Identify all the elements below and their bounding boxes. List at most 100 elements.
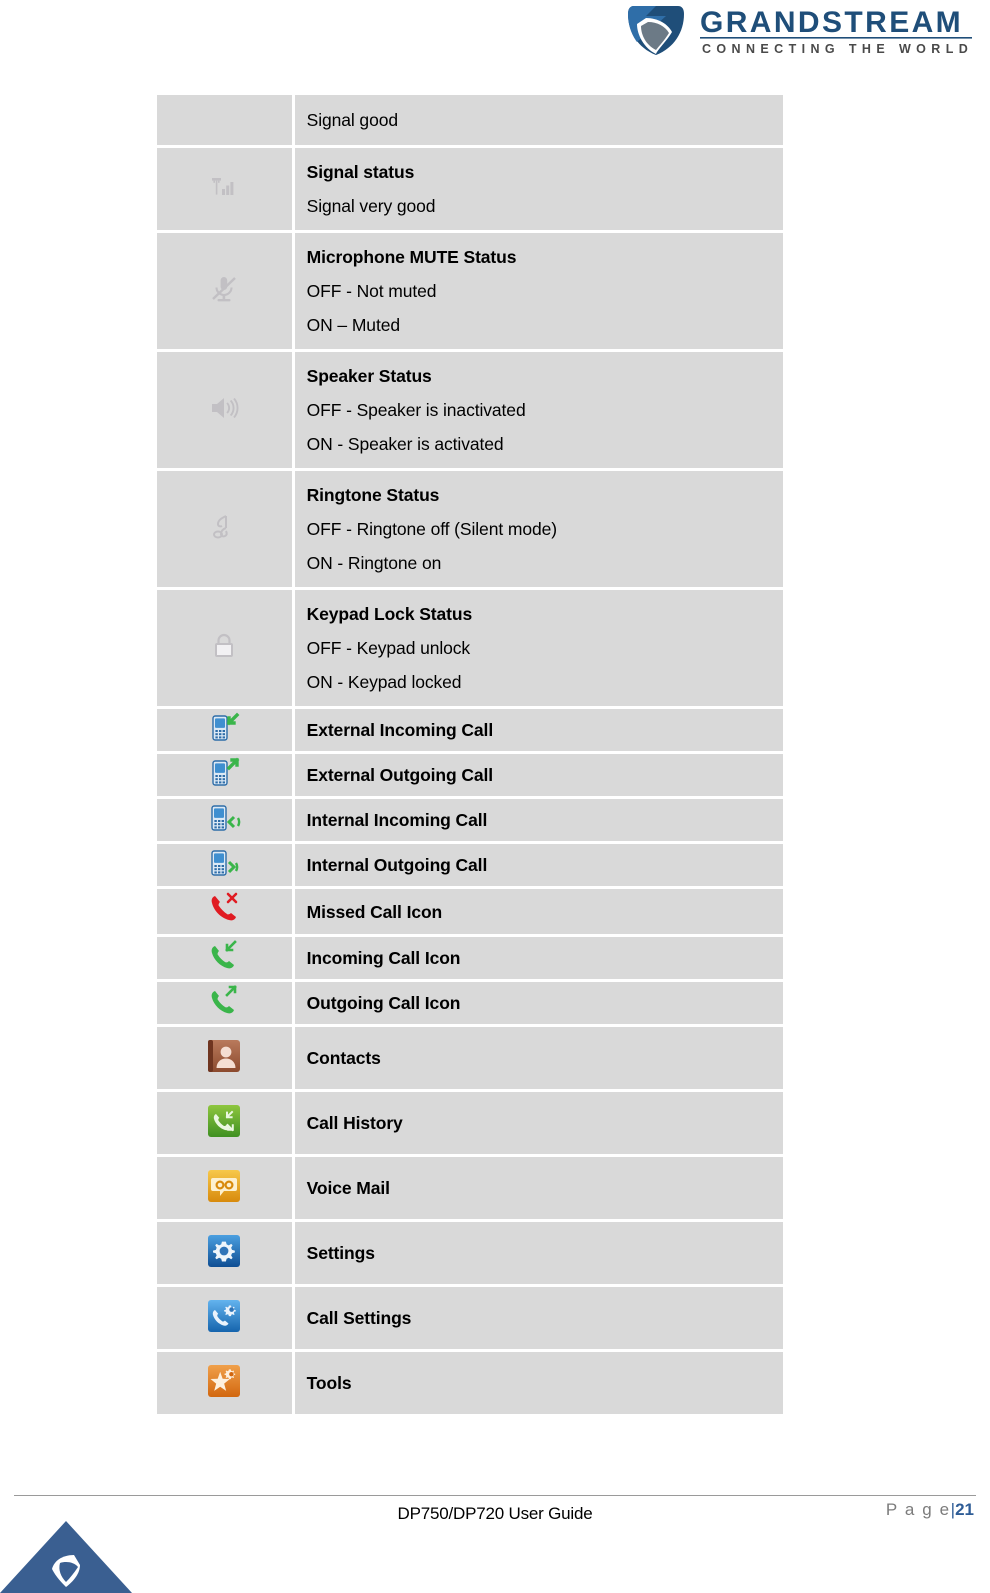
row-title: Missed Call Icon (306, 901, 443, 922)
row-title: Speaker Status (306, 366, 432, 386)
speaker-icon (208, 392, 240, 424)
icon-cell (157, 148, 295, 233)
contacts-app-icon (203, 1035, 245, 1077)
handset-internal-outgoing-icon (207, 846, 241, 880)
description-cell: Internal Outgoing Call (294, 844, 783, 889)
missed-call-icon (204, 889, 244, 929)
signal-bars-icon (209, 172, 239, 202)
row-title: Keypad Lock Status (306, 604, 473, 624)
icon-cell (157, 1287, 295, 1352)
description-cell: Call History (294, 1092, 783, 1157)
table-row: Missed Call Icon (157, 889, 783, 937)
icon-cell (157, 1222, 295, 1287)
row-text: OFF - Speaker is inactivated (306, 400, 526, 420)
icon-cell (157, 471, 295, 590)
row-text: ON – Muted (306, 315, 400, 335)
description-cell: Tools (294, 1352, 783, 1414)
brand-tagline-text: CONNECTING THE WORLD (702, 42, 973, 56)
row-title: Call Settings (306, 1308, 412, 1328)
handset-internal-incoming-icon (207, 801, 241, 835)
table-row: Incoming Call Icon (157, 937, 783, 982)
description-cell: External Incoming Call (294, 709, 783, 754)
table-row: External Outgoing Call (157, 754, 783, 799)
table-row: Ringtone Status OFF - Ringtone off (Sile… (157, 471, 783, 590)
row-text: ON - Keypad locked (306, 672, 462, 692)
row-text: Signal very good (306, 196, 436, 216)
microphone-mute-icon (208, 273, 240, 305)
row-text: ON - Ringtone on (306, 553, 442, 573)
description-cell: Settings (294, 1222, 783, 1287)
description-cell: Internal Incoming Call (294, 799, 783, 844)
table-row: Call History (157, 1092, 783, 1157)
icon-cell (157, 1027, 295, 1092)
voice-mail-app-icon (203, 1165, 245, 1207)
table-row: Internal Outgoing Call (157, 844, 783, 889)
footer-divider (14, 1495, 976, 1496)
handset-external-incoming-icon (207, 711, 241, 745)
row-text: OFF - Keypad unlock (306, 638, 471, 658)
table-row: Call Settings (157, 1287, 783, 1352)
icon-cell (157, 937, 295, 982)
description-cell: Signal good (294, 95, 783, 148)
table-row: External Incoming Call (157, 709, 783, 754)
icon-cell (157, 754, 295, 799)
row-title: Ringtone Status (306, 485, 440, 505)
table-row: Outgoing Call Icon (157, 982, 783, 1027)
row-title: External Incoming Call (306, 720, 494, 740)
grandstream-corner-logo (0, 1521, 132, 1593)
table-row: Voice Mail (157, 1157, 783, 1222)
handset-external-outgoing-icon (207, 756, 241, 790)
row-title: Voice Mail (306, 1178, 390, 1198)
description-cell: Incoming Call Icon (294, 937, 783, 982)
icon-cell (157, 1157, 295, 1222)
page-number: 21 (955, 1500, 974, 1519)
row-text: OFF - Ringtone off (Silent mode) (306, 519, 557, 539)
call-settings-app-icon (203, 1295, 245, 1337)
row-title: Signal status (306, 162, 415, 182)
grandstream-logo: GRANDSTREAM CONNECTING THE WORLD (628, 6, 973, 56)
row-title: Outgoing Call Icon (306, 993, 461, 1013)
description-cell: Microphone MUTE Status OFF - Not muted O… (294, 233, 783, 352)
incoming-call-icon (206, 938, 242, 974)
row-title: Call History (306, 1113, 403, 1133)
table-row: Signal status Signal very good (157, 148, 783, 233)
icon-cell (157, 709, 295, 754)
table-row: Microphone MUTE Status OFF - Not muted O… (157, 233, 783, 352)
icon-cell (157, 844, 295, 889)
icon-cell (157, 95, 295, 148)
outgoing-call-icon (206, 983, 242, 1019)
row-title: External Outgoing Call (306, 765, 494, 785)
table-row: Contacts (157, 1027, 783, 1092)
tools-app-icon (203, 1360, 245, 1402)
page-number-indicator: P a g e|21 (886, 1500, 974, 1520)
row-text: OFF - Not muted (306, 281, 437, 301)
icon-legend-table: Signal good Signal status Signal very go… (157, 95, 783, 1414)
icon-cell (157, 982, 295, 1027)
table-row: Speaker Status OFF - Speaker is inactiva… (157, 352, 783, 471)
row-title: Contacts (306, 1048, 381, 1068)
row-title: Internal Incoming Call (306, 810, 488, 830)
icon-cell (157, 1352, 295, 1414)
table-row: Keypad Lock Status OFF - Keypad unlock O… (157, 590, 783, 709)
settings-app-icon (203, 1230, 245, 1272)
brand-name-text: GRANDSTREAM (700, 6, 963, 39)
icon-cell (157, 352, 295, 471)
padlock-icon (211, 631, 237, 661)
row-text: ON - Speaker is activated (306, 434, 504, 454)
icon-cell (157, 233, 295, 352)
row-title: Settings (306, 1243, 375, 1263)
description-cell: Ringtone Status OFF - Ringtone off (Sile… (294, 471, 783, 590)
table-row: Internal Incoming Call (157, 799, 783, 844)
row-title: Incoming Call Icon (306, 948, 461, 968)
table-row: Signal good (157, 95, 783, 148)
icon-cell (157, 1092, 295, 1157)
description-cell: Signal status Signal very good (294, 148, 783, 233)
table-row: Settings (157, 1222, 783, 1287)
row-text: Signal good (306, 110, 398, 130)
music-note-icon (210, 512, 238, 542)
icon-cell (157, 590, 295, 709)
description-cell: Contacts (294, 1027, 783, 1092)
table-row: Tools (157, 1352, 783, 1414)
footer-document-title: DP750/DP720 User Guide (397, 1504, 593, 1523)
icon-cell (157, 799, 295, 844)
